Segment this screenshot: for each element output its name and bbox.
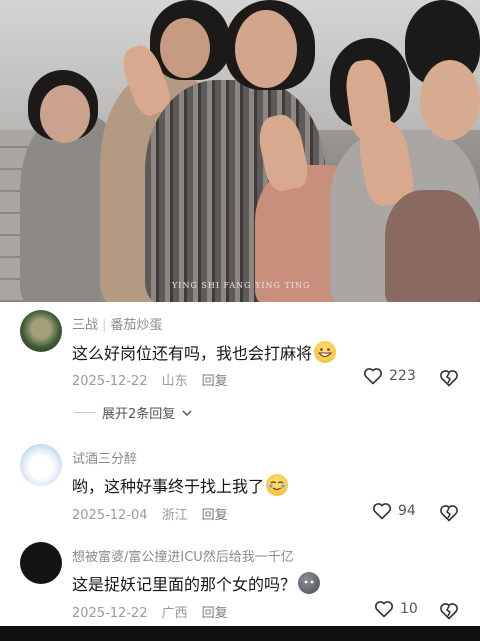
comment-author[interactable]: 试酒三分醉 bbox=[72, 448, 137, 467]
head-left bbox=[40, 85, 90, 143]
like-count: 94 bbox=[398, 503, 416, 519]
comment-meta: 2025-12-04 浙江 回复 bbox=[72, 504, 242, 523]
chevron-down-icon bbox=[182, 409, 192, 416]
comment-location: 浙江 bbox=[161, 508, 188, 523]
like-button[interactable]: 223 bbox=[363, 367, 416, 385]
gray-blob-face-icon bbox=[298, 572, 321, 594]
avatar[interactable] bbox=[20, 444, 62, 486]
comment-location: 山东 bbox=[161, 374, 188, 389]
heart-icon bbox=[372, 503, 392, 520]
expand-replies-button[interactable]: 展开2条回复 bbox=[74, 403, 193, 422]
comment-date: 2025-12-04 bbox=[72, 508, 148, 523]
heart-icon bbox=[363, 368, 383, 385]
comment-text[interactable]: 这是捉妖记里面的那个女的吗？ bbox=[72, 571, 321, 595]
comment-author[interactable]: 想被富婆/富公撞进ICU然后给我一千亿 bbox=[72, 546, 294, 565]
author-separator: | bbox=[102, 318, 107, 333]
comment-3: 想被富婆/富公撞进ICU然后给我一千亿 这是捉妖记里面的那个女的吗？ 2025-… bbox=[0, 538, 480, 626]
avatar[interactable] bbox=[20, 542, 62, 584]
head-center bbox=[235, 10, 297, 88]
reply-button[interactable]: 回复 bbox=[202, 508, 228, 523]
comment-meta: 2025-12-22 山东 回复 bbox=[72, 370, 242, 389]
comment-2: 试酒三分醉 哟，这种好事终于找上我了 2025-12-04 浙江 回复 94 bbox=[0, 440, 480, 530]
comment-text-content: 这么好岗位还有吗，我也会打麻将 bbox=[72, 344, 313, 363]
author-name[interactable]: 三战 bbox=[72, 318, 98, 333]
comment-location: 广西 bbox=[161, 606, 188, 621]
reply-button[interactable]: 回复 bbox=[202, 374, 228, 389]
comment-meta: 2025-12-22 广西 回复 bbox=[72, 602, 242, 621]
author-name[interactable]: 试酒三分醉 bbox=[72, 452, 137, 467]
avatar[interactable] bbox=[20, 310, 62, 352]
comment-text[interactable]: 哟，这种好事终于找上我了 bbox=[72, 473, 289, 497]
grinning-face-icon bbox=[314, 341, 337, 363]
like-count: 10 bbox=[400, 601, 418, 617]
like-button[interactable]: 10 bbox=[374, 600, 418, 618]
dislike-icon[interactable] bbox=[439, 601, 459, 621]
teary-smile-face-icon bbox=[266, 474, 289, 496]
comment-1: 三战 | 番茄炒蛋 这么好岗位还有吗，我也会打麻将 2025-12-22 山东 回复 2… bbox=[0, 302, 480, 432]
reply-button[interactable]: 回复 bbox=[202, 606, 228, 621]
comment-date: 2025-12-22 bbox=[72, 606, 148, 621]
like-count: 223 bbox=[389, 368, 416, 384]
comment-author[interactable]: 三战 | 番茄炒蛋 bbox=[72, 314, 162, 333]
author-name[interactable]: 想被富婆/富公撞进ICU然后给我一千亿 bbox=[72, 550, 294, 565]
expand-line bbox=[74, 412, 96, 413]
video-watermark: YING SHI FANG YING TING bbox=[172, 281, 311, 290]
comment-date: 2025-12-22 bbox=[72, 374, 148, 389]
heart-icon bbox=[374, 601, 394, 618]
author-tag: 番茄炒蛋 bbox=[110, 318, 163, 333]
comment-text[interactable]: 这么好岗位还有吗，我也会打麻将 bbox=[72, 340, 337, 364]
like-button[interactable]: 94 bbox=[372, 502, 416, 520]
head-far-right bbox=[420, 60, 480, 140]
dislike-icon[interactable] bbox=[439, 503, 459, 523]
dislike-icon[interactable] bbox=[439, 368, 459, 388]
comment-text-content: 这是捉妖记里面的那个女的吗？ bbox=[72, 575, 297, 594]
figure-far-right bbox=[385, 190, 480, 302]
expand-label: 展开2条回复 bbox=[102, 407, 176, 422]
head-second bbox=[160, 18, 210, 78]
bottom-bar bbox=[0, 626, 480, 641]
comment-text-content: 哟，这种好事终于找上我了 bbox=[72, 477, 265, 496]
video-frame[interactable]: YING SHI FANG YING TING bbox=[0, 0, 480, 302]
